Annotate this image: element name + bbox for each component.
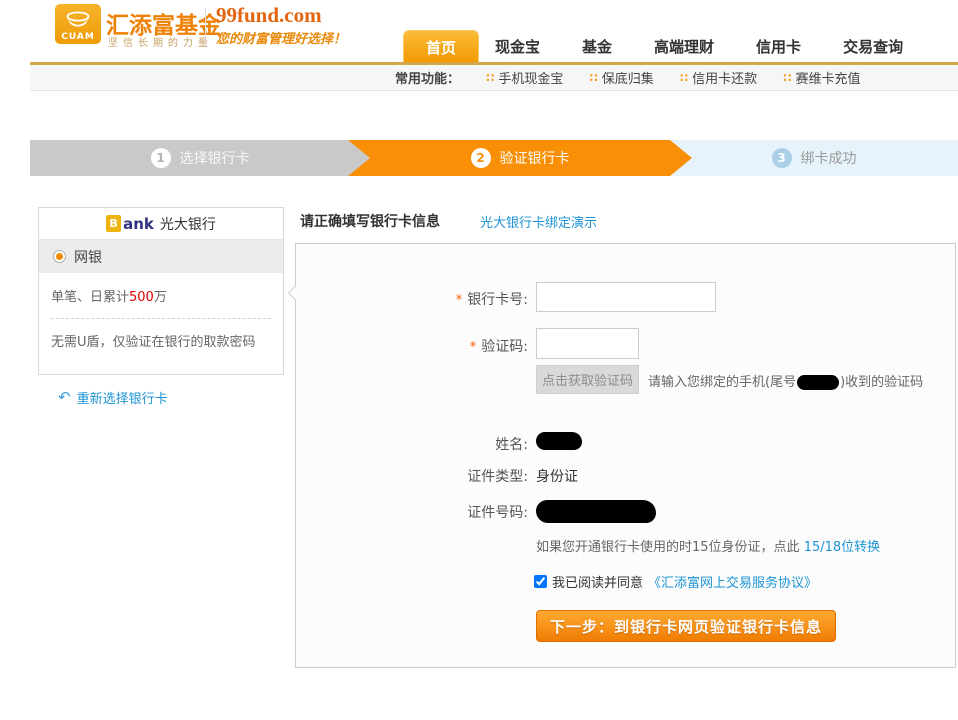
nav-item-transactions[interactable]: 交易查询 (843, 36, 903, 57)
step-1-select-card: 1 选择银行卡 (30, 140, 370, 176)
id-type-label: 证件类型: (296, 466, 528, 486)
bind-demo-link[interactable]: 光大银行卡绑定演示 (480, 212, 597, 231)
cup-icon (63, 10, 93, 32)
verify-card-panel: *银行卡号: *验证码: 点击获取验证码 请输入您绑定的手机(尾号)收到的验证码… (295, 243, 956, 668)
step-number: 1 (151, 148, 171, 168)
dots-arrow-icon: ∷ (589, 71, 597, 85)
dots-arrow-icon: ∷ (486, 71, 494, 85)
nav-item-premium[interactable]: 高端理财 (654, 36, 714, 57)
steps-indicator: 1 选择银行卡 2 验证银行卡 3 绑卡成功 (30, 140, 958, 176)
quicklink-credit-repay[interactable]: ∷ 信用卡还款 (680, 68, 757, 87)
quicklink-label: 保底归集 (602, 68, 654, 87)
form-title-row: 请正确填写银行卡信息 光大银行卡绑定演示 (300, 211, 597, 231)
bank-logo-text: ank (123, 215, 154, 233)
required-asterisk: * (456, 293, 463, 308)
everbright-bank-logo-icon: B (106, 215, 121, 232)
site-domain: 99fund.com (216, 3, 322, 28)
main-nav: 现金宝 基金 高端理财 信用卡 交易查询 (495, 30, 903, 63)
nav-item-funds[interactable]: 基金 (582, 36, 612, 57)
id-number-label: 证件号码: (296, 502, 528, 522)
nav-item-creditcard[interactable]: 信用卡 (756, 36, 801, 57)
card-number-input[interactable] (536, 282, 716, 312)
dots-arrow-icon: ∷ (783, 71, 791, 85)
redacted-phone-tail (797, 375, 839, 390)
step-label: 绑卡成功 (801, 148, 857, 168)
quicklink-mobile-cashbao[interactable]: ∷ 手机现金宝 (486, 68, 563, 87)
step-label: 验证银行卡 (500, 148, 570, 168)
redacted-name (536, 432, 582, 450)
bank-header: B ank 光大银行 (39, 208, 283, 240)
back-arrow-icon: ↶ (58, 390, 71, 405)
quicklink-label: 赛维卡充值 (796, 68, 861, 87)
redacted-id-number (536, 500, 656, 523)
form-title: 请正确填写银行卡信息 (300, 211, 440, 231)
quickbar-label: 常用功能： (395, 68, 460, 87)
radio-selected-icon[interactable] (53, 250, 66, 263)
cuam-logo[interactable]: CUAM (55, 4, 101, 44)
header-divider (205, 8, 206, 48)
step-3-bind-success: 3 绑卡成功 (670, 140, 958, 176)
step-number: 2 (471, 148, 491, 168)
nav-item-cashbao[interactable]: 现金宝 (495, 36, 540, 57)
logo-acronym: CUAM (61, 32, 95, 42)
captcha-input[interactable] (536, 328, 639, 359)
id-type-value: 身份证 (536, 466, 578, 486)
method-option-netbank[interactable]: 网银 (39, 240, 283, 273)
reselect-label: 重新选择银行卡 (77, 388, 168, 407)
card-number-label: *银行卡号: (296, 289, 528, 309)
agreement-row: 我已阅读并同意 《汇添富网上交易服务协议》 (534, 572, 817, 591)
nav-tab-home[interactable]: 首页 (403, 30, 479, 63)
step-number: 3 (772, 148, 792, 168)
next-step-submit-button[interactable]: 下一步：到银行卡网页验证银行卡信息 (536, 610, 836, 642)
quicklink-floor-collection[interactable]: ∷ 保底归集 (589, 68, 653, 87)
agreement-checkbox[interactable] (534, 575, 547, 588)
limit-info: 单笔、日累计500万 (39, 273, 283, 305)
step-label: 选择银行卡 (180, 148, 250, 168)
quick-functions-bar: 常用功能： ∷ 手机现金宝 ∷ 保底归集 ∷ 信用卡还款 ∷ 赛维卡充值 (30, 65, 958, 91)
limit-value: 500 (129, 290, 154, 305)
quicklink-label: 信用卡还款 (692, 68, 757, 87)
method-label: 网银 (74, 247, 102, 267)
bank-sidebar: B ank 光大银行 网银 单笔、日累计500万 无需U盾，仅验证在银行的取款密… (38, 207, 284, 375)
id-convert-note: 如果您开通银行卡使用的时15位身份证，点此 15/18位转换 (536, 536, 880, 555)
captcha-label: *验证码: (296, 336, 528, 356)
bank-name: 光大银行 (160, 214, 216, 234)
sms-hint: 请输入您绑定的手机(尾号)收到的验证码 (648, 371, 923, 390)
site-tagline: 您的财富管理好选择！ (216, 28, 346, 47)
page: CUAM 汇添富基金 坚信长期的力量 99fund.com 您的财富管理好选择！… (0, 0, 958, 720)
name-label: 姓名: (296, 434, 528, 454)
required-asterisk: * (470, 340, 477, 355)
reselect-bank-link[interactable]: ↶ 重新选择银行卡 (58, 388, 168, 407)
agree-text: 我已阅读并同意 (552, 572, 643, 591)
agreement-link[interactable]: 《汇添富网上交易服务协议》 (648, 572, 817, 591)
quicklink-saiwei-recharge[interactable]: ∷ 赛维卡充值 (783, 68, 860, 87)
step-2-verify-card: 2 验证银行卡 (348, 140, 692, 176)
dots-arrow-icon: ∷ (680, 71, 688, 85)
get-code-button[interactable]: 点击获取验证码 (536, 365, 639, 394)
quicklink-label: 手机现金宝 (498, 68, 563, 87)
id-convert-link[interactable]: 15/18位转换 (804, 540, 880, 555)
sidebar-note: 无需U盾，仅验证在银行的取款密码 (39, 319, 283, 350)
brand-slogan: 坚信长期的力量 (108, 34, 213, 49)
